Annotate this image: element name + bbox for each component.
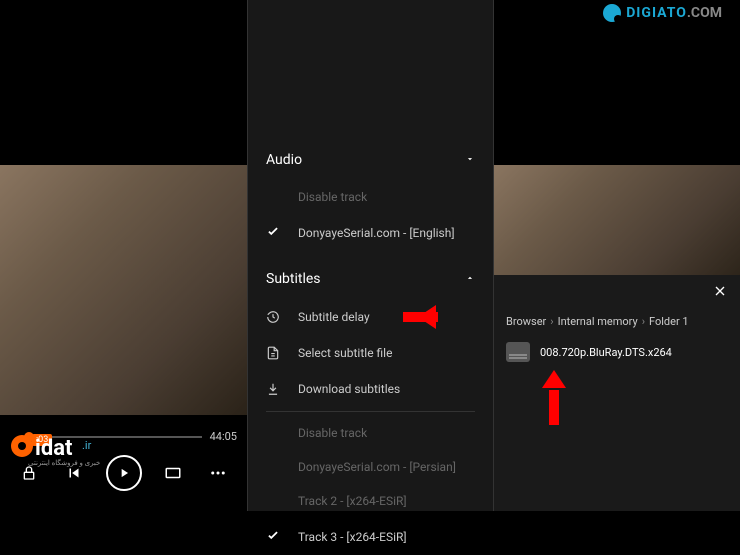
subtitle-track-3[interactable]: Track 3 - [x264-ESiR]	[248, 518, 493, 555]
subtitle-file-icon	[506, 342, 530, 362]
audio-header[interactable]: Audio	[248, 140, 493, 180]
digiato-logo-icon	[603, 4, 621, 22]
download-subtitles[interactable]: Download subtitles	[248, 371, 493, 407]
history-icon	[266, 309, 288, 325]
select-subtitle-file[interactable]: Select subtitle file	[248, 335, 493, 371]
aspect-icon[interactable]	[159, 459, 187, 487]
video-frame-left	[0, 165, 247, 415]
gidat-watermark: idat .ir مجله خبری و فروشگاه اینترنتی	[10, 431, 100, 473]
options-menu: Audio Disable track DonyayeSerial.com - …	[247, 0, 494, 511]
file-browser: Browser › Internal memory › Folder 1 008…	[494, 275, 740, 511]
close-icon[interactable]	[712, 283, 728, 304]
play-button[interactable]	[106, 455, 142, 491]
check-icon	[266, 224, 288, 241]
svg-text:مجله خبری و فروشگاه اینترنتی: مجله خبری و فروشگاه اینترنتی	[28, 458, 100, 467]
subtitle-delay[interactable]: Subtitle delay	[248, 299, 493, 335]
breadcrumb-internal[interactable]: Internal memory	[558, 315, 638, 328]
file-name: 008.720p.BluRay.DTS.x264	[540, 346, 672, 359]
subtitles-header[interactable]: Subtitles	[248, 259, 493, 299]
gidat-text: idat	[35, 436, 73, 461]
subtitle-track-persian[interactable]: DonyayeSerial.com - [Persian]	[248, 450, 493, 484]
annotation-arrow-left	[385, 305, 440, 329]
player-panel: idat .ir مجله خبری و فروشگاه اینترنتی :0…	[0, 0, 247, 511]
file-icon	[266, 345, 288, 361]
subtitle-track-2[interactable]: Track 2 - [x264-ESiR]	[248, 484, 493, 518]
breadcrumb: Browser › Internal memory › Folder 1	[506, 315, 728, 328]
chevron-down-icon	[465, 152, 475, 168]
total-time: 44:05	[210, 430, 237, 443]
breadcrumb-folder[interactable]: Folder 1	[649, 315, 689, 328]
check-icon	[266, 528, 288, 545]
audio-track-english[interactable]: DonyayeSerial.com - [English]	[248, 214, 493, 251]
download-icon	[266, 381, 288, 397]
annotation-arrow-up	[542, 370, 566, 425]
subtitle-file-item[interactable]: 008.720p.BluRay.DTS.x264	[506, 342, 728, 362]
breadcrumb-browser[interactable]: Browser	[506, 315, 546, 328]
digiato-watermark: DIGIATO.COM	[603, 4, 722, 22]
audio-disable-track[interactable]: Disable track	[248, 180, 493, 214]
subtitle-disable-track[interactable]: Disable track	[248, 416, 493, 450]
browser-panel-container: DIGIATO.COM Browser › Internal memory › …	[494, 0, 740, 511]
more-icon[interactable]	[204, 459, 232, 487]
divider	[266, 411, 475, 412]
chevron-right-icon: ›	[642, 315, 645, 328]
audio-label: Audio	[266, 152, 302, 168]
chevron-right-icon: ›	[550, 315, 553, 328]
svg-text:.ir: .ir	[82, 439, 92, 452]
video-frame-right	[494, 165, 740, 285]
chevron-up-icon	[465, 271, 475, 287]
subtitles-label: Subtitles	[266, 271, 321, 287]
